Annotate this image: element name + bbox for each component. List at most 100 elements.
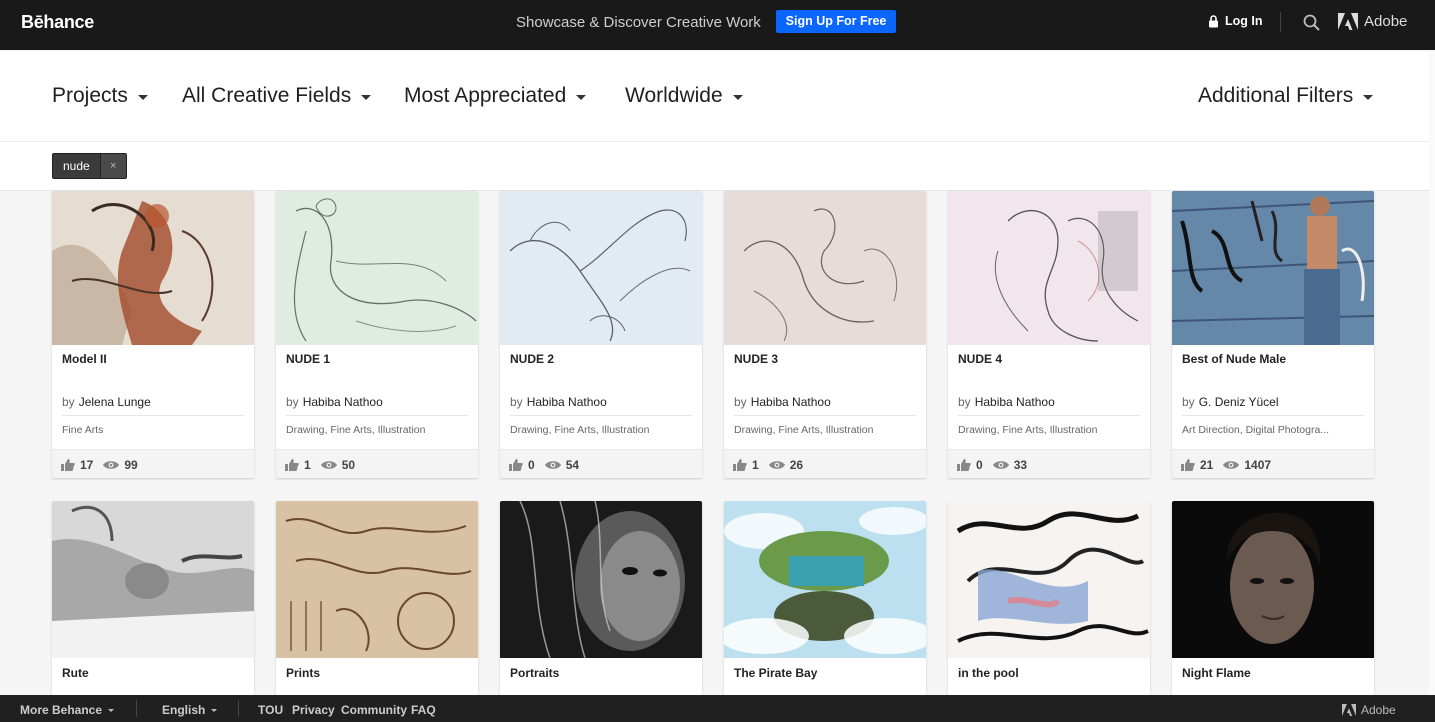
project-stats: 0 54 [500,449,702,478]
project-thumbnail[interactable] [948,501,1150,658]
sort-dropdown[interactable]: Most Appreciated [404,84,587,108]
privacy-link[interactable]: Privacy [292,703,335,717]
project-title[interactable]: Rute [62,666,89,680]
adobe-footer-link[interactable]: Adobe [1342,703,1396,717]
eye-icon [544,460,561,469]
behance-logo[interactable]: Bēhance [21,12,94,33]
views-stat: 33 [992,457,1028,472]
eye-icon [768,460,785,469]
project-thumbnail[interactable] [276,191,478,345]
project-title[interactable]: Night Flame [1182,666,1251,680]
view-count: 54 [565,457,580,472]
adobe-link[interactable]: Adobe [1338,13,1407,30]
adobe-icon [1342,704,1356,716]
tou-link[interactable]: TOU [258,703,283,717]
project-title[interactable]: in the pool [958,666,1019,680]
project-fields[interactable]: Fine Arts [62,424,247,436]
location-dropdown[interactable]: Worldwide [625,84,743,108]
project-card[interactable]: NUDE 1 by Habiba Nathoo Drawing, Fine Art… [276,191,478,478]
project-card[interactable]: NUDE 4 by Habiba Nathoo Drawing, Fine Art… [948,191,1150,478]
search-tag[interactable]: nude × [52,153,127,179]
additional-filters-dropdown[interactable]: Additional Filters [1198,84,1374,108]
views-stat: 50 [320,458,355,472]
views-stat: 26 [768,458,803,472]
project-owner: by Jelena Lunge [62,395,151,409]
project-thumbnail[interactable] [500,191,702,345]
project-card[interactable]: Prints [276,501,478,695]
close-icon[interactable]: × [99,154,126,178]
owner-link[interactable]: Habiba Nathoo [527,395,607,409]
project-thumbnail[interactable] [1172,501,1374,658]
faq-link[interactable]: FAQ [411,703,436,717]
project-stats: 21 1407 [1172,449,1374,478]
footer: More Behance English TOU Privacy Communi… [0,695,1435,722]
project-title[interactable]: Prints [286,666,320,680]
appreciation-count: 0 [976,457,983,472]
project-card[interactable]: Night Flame [1172,501,1374,695]
owner-link[interactable]: Habiba Nathoo [751,395,831,409]
thumbs-up-icon [285,458,299,471]
project-title[interactable]: NUDE 2 [510,352,554,366]
project-card[interactable]: The Pirate Bay [724,501,926,695]
divider [734,415,916,416]
project-title[interactable]: NUDE 3 [734,352,778,366]
project-stats: 17 99 [52,449,254,478]
owner-link[interactable]: Habiba Nathoo [303,395,383,409]
owner-link[interactable]: G. Deniz Yücel [1199,395,1279,409]
tagline: Showcase & Discover Creative Work [516,14,761,31]
project-stats: 1 26 [724,449,926,478]
project-card[interactable]: Portraits [500,501,702,695]
project-thumbnail[interactable] [724,191,926,345]
chevron-down-icon [1363,94,1374,100]
project-thumbnail[interactable] [1172,191,1374,345]
owner-link[interactable]: Habiba Nathoo [975,395,1055,409]
project-thumbnail[interactable] [500,501,702,658]
project-card[interactable]: Rute [52,501,254,695]
eye-icon [992,460,1009,469]
appreciations-stat: 1 [285,458,311,472]
project-card[interactable]: NUDE 2 by Habiba Nathoo Drawing, Fine Art… [500,191,702,478]
project-fields[interactable]: Drawing, Fine Arts, Illustration [510,424,695,436]
project-thumbnail[interactable] [52,501,254,658]
project-title[interactable]: Portraits [510,666,559,680]
thumbs-up-icon [957,458,971,471]
projects-dropdown-label: Projects [52,84,128,107]
project-title[interactable]: NUDE 1 [286,352,330,366]
project-title[interactable]: NUDE 4 [958,352,1002,366]
projects-dropdown[interactable]: Projects [52,84,148,108]
appreciation-count: 0 [528,457,535,472]
view-count: 33 [1013,457,1028,472]
project-thumbnail[interactable] [52,191,254,345]
project-title[interactable]: Best of Nude Male [1182,352,1286,366]
project-card[interactable]: in the pool [948,501,1150,695]
project-stats: 0 33 [948,449,1150,478]
adobe-icon [1338,13,1358,30]
thumbs-up-icon [61,458,75,471]
project-fields[interactable]: Drawing, Fine Arts, Illustration [958,424,1143,436]
thumbs-up-icon [733,458,747,471]
project-title[interactable]: Model II [62,352,107,366]
project-card[interactable]: Model II by Jelena Lunge Fine Arts 17 99 [52,191,254,478]
project-title[interactable]: The Pirate Bay [734,666,817,680]
project-thumbnail[interactable] [276,501,478,658]
search-icon[interactable] [1302,13,1322,33]
project-fields[interactable]: Drawing, Fine Arts, Illustration [734,424,919,436]
project-fields[interactable]: Art Direction, Digital Photogra... [1182,424,1367,436]
community-link[interactable]: Community [341,703,407,717]
project-card[interactable]: NUDE 3 by Habiba Nathoo Drawing, Fine Art… [724,191,926,478]
project-card[interactable]: Best of Nude Male by G. Deniz Yücel Art D… [1172,191,1374,478]
owner-link[interactable]: Jelena Lunge [79,395,151,409]
signup-button[interactable]: Sign Up For Free [776,10,896,33]
views-stat: 99 [103,458,138,472]
login-link[interactable]: Log In [1208,14,1263,28]
project-thumbnail[interactable] [948,191,1150,345]
more-behance-menu[interactable]: More Behance [20,703,115,717]
additional-filters-label: Additional Filters [1198,84,1354,107]
language-menu[interactable]: English [162,703,218,717]
scrollbar[interactable] [1429,51,1435,695]
project-fields[interactable]: Drawing, Fine Arts, Illustration [286,424,471,436]
project-thumbnail[interactable] [724,501,926,658]
creative-fields-dropdown[interactable]: All Creative Fields [182,84,372,108]
active-tags-bar: nude × [0,142,1429,191]
divider [286,415,468,416]
